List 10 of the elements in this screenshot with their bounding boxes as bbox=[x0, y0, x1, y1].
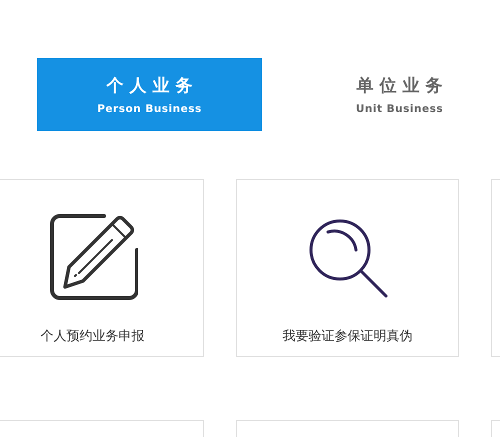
service-card[interactable]: 个人预约业务申报 bbox=[0, 179, 204, 357]
tab-subtitle: Person Business bbox=[97, 103, 202, 115]
service-card[interactable]: 我要验证参保证明真伪 bbox=[236, 179, 459, 357]
tab-title: 单 位 业 务 bbox=[356, 75, 442, 97]
tab-subtitle: Unit Business bbox=[356, 103, 444, 115]
edit-icon bbox=[48, 213, 138, 303]
service-label: 个人预约业务申报 bbox=[40, 328, 144, 345]
search-icon bbox=[308, 218, 388, 298]
tab-title: 个 人 业 务 bbox=[106, 75, 192, 97]
service-label: 我要验证参保证明真伪 bbox=[282, 328, 412, 345]
